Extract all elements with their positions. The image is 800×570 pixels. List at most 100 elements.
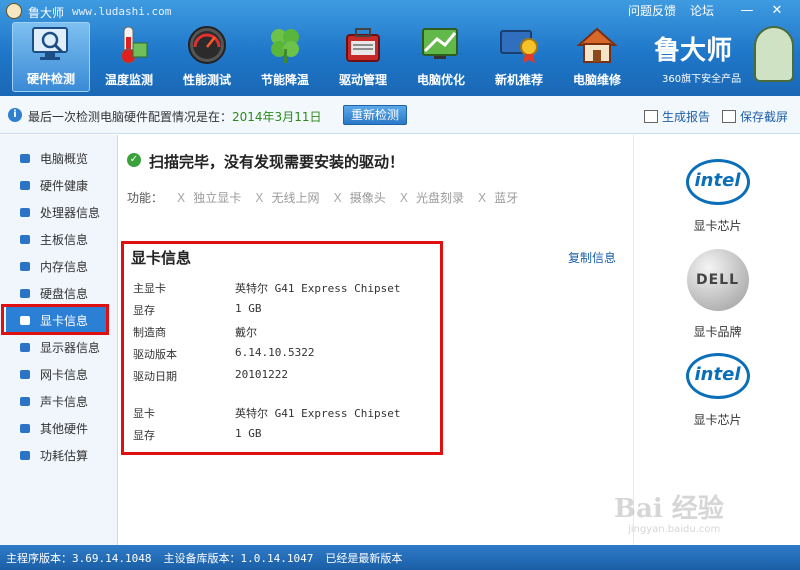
sidebar-item-cpu[interactable]: 处理器信息 — [0, 199, 118, 226]
function-item-label: 摄像头 — [349, 191, 386, 205]
main-version: 主程序版本：3.69.14.1048 — [6, 551, 152, 565]
function-item: X 蓝牙 — [478, 189, 518, 206]
info-icon: i — [8, 108, 22, 122]
window-url: www.ludashi.com — [72, 5, 172, 18]
award-monitor-icon — [497, 23, 541, 67]
nav-performance[interactable]: 性能测试 — [168, 22, 246, 92]
save-screenshot-label: 保存截屏 — [740, 110, 789, 124]
sidebar-item-label: 内存信息 — [40, 260, 89, 274]
save-screenshot-button[interactable]: 保存截屏 — [722, 108, 788, 125]
sidebar-item-disk[interactable]: 硬盘信息 — [0, 280, 118, 307]
bullet-icon — [20, 451, 30, 460]
sidebar-item-health[interactable]: 硬件健康 — [0, 172, 118, 199]
main-nav: 硬件检测 温度监测 性能测试 节能降温 驱动管理 电脑优化 新机推荐 电脑维修 — [12, 22, 636, 92]
function-row: 功能： X 独立显卡 X 无线上网 X 摄像头 X 光盘刻录 X 蓝牙 — [127, 189, 518, 206]
function-item-label: 无线上网 — [271, 191, 320, 205]
info-key: 显存 — [133, 304, 155, 317]
sidebar-item-label: 硬件健康 — [40, 179, 89, 193]
info-value: 戴尔 — [235, 326, 257, 339]
sidebar-item-display[interactable]: 显示器信息 — [0, 334, 118, 361]
generate-report-label: 生成报告 — [662, 110, 711, 124]
info-value: 1 GB — [235, 427, 262, 440]
nav-new-pc[interactable]: 新机推荐 — [480, 22, 558, 92]
nav-energy-saving[interactable]: 节能降温 — [246, 22, 324, 92]
sidebar-item-sound[interactable]: 声卡信息 — [0, 388, 118, 415]
info-key: 显卡 — [133, 407, 155, 420]
sidebar-item-label: 网卡信息 — [40, 368, 89, 382]
brand-subtitle: 360旗下安全产品 — [662, 74, 742, 85]
optimize-screen-icon — [419, 23, 463, 67]
info-row: 驱动版本 6.14.10.5322 — [133, 346, 314, 364]
sidebar-item-overview[interactable]: 电脑概览 — [0, 145, 118, 172]
minimize-icon[interactable]: — — [738, 2, 756, 20]
sidebar-item-other[interactable]: 其他硬件 — [0, 415, 118, 442]
info-row: 显存 1 GB — [133, 302, 262, 320]
check-icon: ✓ — [127, 153, 141, 167]
brand-caption: 显卡芯片 — [693, 413, 742, 427]
bullet-icon — [20, 154, 30, 163]
nav-driver-manager[interactable]: 驱动管理 — [324, 22, 402, 92]
info-value: 6.14.10.5322 — [235, 346, 315, 359]
intel-logo: intel — [685, 159, 750, 205]
info-row: 驱动日期 20101222 — [133, 368, 288, 386]
function-item-label: 光盘刻录 — [416, 191, 465, 205]
sidebar-item-label: 电脑概览 — [40, 152, 89, 166]
nav-temperature[interactable]: 温度监测 — [90, 22, 168, 92]
update-state: 已经是最新版本 — [325, 551, 403, 565]
toolbox-icon — [341, 23, 385, 67]
nav-label: 温度监测 — [104, 73, 153, 87]
window-links: 问题反馈 论坛 — [628, 2, 714, 19]
speedometer-icon — [185, 23, 229, 67]
last-check-date: 2014年3月11日 — [232, 110, 322, 124]
sidebar-item-label: 显示器信息 — [40, 341, 101, 355]
close-icon[interactable]: ✕ — [768, 2, 786, 20]
nav-pc-repair[interactable]: 电脑维修 — [558, 22, 636, 92]
camera-icon — [722, 110, 736, 123]
graphics-info-title: 显卡信息 — [131, 249, 192, 267]
function-item: X 摄像头 — [334, 189, 386, 206]
info-key: 制造商 — [133, 326, 166, 339]
rescan-button[interactable]: 重新检测 — [343, 105, 407, 125]
sidebar-item-label: 主板信息 — [40, 233, 89, 247]
forum-link[interactable]: 论坛 — [690, 2, 714, 19]
nav-label: 节能降温 — [260, 73, 309, 87]
main-panel: ✓ 扫描完毕，没有发现需要安装的驱动！ 功能： X 独立显卡 X 无线上网 X 摄像头… — [119, 135, 633, 545]
function-item-label: 蓝牙 — [494, 191, 519, 205]
top-toolbar: 鲁大师 www.ludashi.com 问题反馈 论坛 — ✕ 硬件检测 温度监… — [0, 0, 800, 96]
bullet-icon — [20, 181, 30, 190]
copy-info-link[interactable]: 复制信息 — [568, 249, 616, 266]
app-logo-icon — [6, 3, 22, 19]
sidebar-item-network[interactable]: 网卡信息 — [0, 361, 118, 388]
nav-label: 驱动管理 — [338, 73, 387, 87]
cross-icon: X — [333, 191, 342, 205]
watermark: Bai 经验 — [614, 494, 724, 524]
bullet-icon — [20, 424, 30, 433]
scan-result-title: 扫描完毕，没有发现需要安装的驱动！ — [149, 153, 405, 171]
cross-icon: X — [399, 191, 408, 205]
bullet-icon — [20, 235, 30, 244]
info-value: 1 GB — [235, 302, 262, 315]
function-item-label: 独立显卡 — [193, 191, 242, 205]
nav-pc-optimize[interactable]: 电脑优化 — [402, 22, 480, 92]
sidebar-item-memory[interactable]: 内存信息 — [0, 253, 118, 280]
sidebar-item-motherboard[interactable]: 主板信息 — [0, 226, 118, 253]
bullet-icon — [20, 208, 30, 217]
bullet-icon — [20, 343, 30, 352]
brand-caption: 显卡芯片 — [693, 219, 742, 233]
bullet-icon — [20, 289, 30, 298]
function-item: X 独立显卡 — [177, 189, 241, 206]
brand-block: intel 显卡芯片 — [634, 159, 800, 234]
sidebar-item-power[interactable]: 功耗估算 — [0, 442, 118, 469]
feedback-link[interactable]: 问题反馈 — [628, 2, 676, 19]
mascot-icon — [754, 26, 794, 82]
brand-panel: intel 显卡芯片 DELL 显卡品牌 intel 显卡芯片 — [633, 135, 800, 545]
status-bar: 主程序版本：3.69.14.1048 主设备库版本：1.0.14.1047 已经… — [0, 545, 800, 570]
sidebar-item-label: 声卡信息 — [40, 395, 89, 409]
info-key: 主显卡 — [133, 282, 166, 295]
nav-hardware-check[interactable]: 硬件检测 — [12, 22, 90, 92]
cross-icon: X — [177, 191, 186, 205]
house-icon — [575, 23, 619, 67]
info-bar: i 最后一次检测电脑硬件配置情况是在：2014年3月11日 重新检测 生成报告 … — [0, 96, 800, 134]
info-row: 主显卡 英特尔 G41 Express Chipset — [133, 280, 400, 298]
generate-report-button[interactable]: 生成报告 — [644, 108, 710, 125]
